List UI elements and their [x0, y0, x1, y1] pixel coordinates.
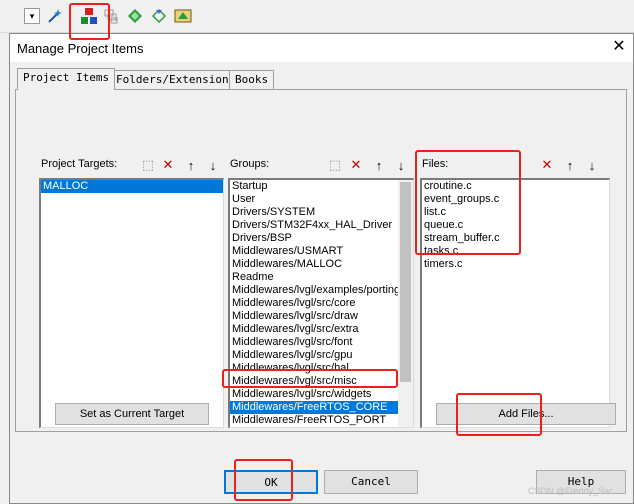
list-item[interactable]: Middlewares/USMART: [230, 245, 398, 258]
delete-file-icon[interactable]: ✕: [538, 156, 556, 174]
list-item[interactable]: Middlewares/FreeRTOS_PORT: [230, 414, 398, 427]
list-item-selected[interactable]: Middlewares/FreeRTOS_CORE: [230, 401, 398, 414]
list-item[interactable]: Middlewares/MALLOC: [230, 258, 398, 271]
project-targets-label: Project Targets:: [41, 158, 118, 170]
title-bar: Manage Project Items ✕: [10, 34, 633, 62]
list-item[interactable]: Middlewares/lvgl/src/gpu: [230, 349, 398, 362]
move-up-group-icon[interactable]: ↑: [370, 156, 388, 174]
project-items-panel: Project Targets: ⬚ ✕ ↑ ↓ MALLOC Groups: …: [15, 89, 627, 432]
project-targets-list[interactable]: MALLOC: [39, 178, 224, 428]
dropdown-arrow-icon[interactable]: ▾: [24, 8, 40, 24]
groups-scroll-thumb[interactable]: [400, 182, 411, 382]
manage-project-items-icon[interactable]: [80, 7, 98, 25]
manage-project-items-dialog: Manage Project Items ✕ Project Items Fol…: [9, 33, 634, 504]
list-item[interactable]: Middlewares/lvgl/examples/porting: [230, 284, 400, 297]
list-item[interactable]: timers.c: [422, 258, 609, 271]
watermark: CSDN @Freddy_Ssc: [528, 486, 614, 496]
magic-wand-icon[interactable]: [46, 7, 64, 25]
add-files-button[interactable]: Add Files...: [436, 403, 616, 425]
pack-installer-icon[interactable]: [174, 7, 192, 25]
set-as-current-target-button[interactable]: Set as Current Target: [55, 403, 209, 425]
list-item[interactable]: queue.c: [422, 219, 609, 232]
list-item[interactable]: Middlewares/lvgl/src/draw: [230, 310, 398, 323]
list-item[interactable]: tasks.c: [422, 245, 609, 258]
ok-button[interactable]: OK: [224, 470, 318, 494]
groups-list[interactable]: Startup User Drivers/SYSTEM Drivers/STM3…: [228, 178, 414, 428]
tab-folders-extensions[interactable]: Folders/Extensions: [110, 70, 242, 89]
new-target-icon[interactable]: ⬚: [139, 156, 157, 174]
dialog-title: Manage Project Items: [17, 41, 144, 56]
groups-label: Groups:: [230, 158, 270, 170]
list-item[interactable]: User: [230, 193, 398, 206]
list-item[interactable]: Middlewares/lvgl/src/extra: [230, 323, 398, 336]
move-up-file-icon[interactable]: ↑: [561, 156, 579, 174]
list-item[interactable]: Middlewares/lvgl/src/widgets: [230, 388, 398, 401]
stack-icon[interactable]: [102, 7, 120, 25]
diamond-icon[interactable]: [126, 7, 144, 25]
list-item[interactable]: Startup: [230, 180, 398, 193]
list-item[interactable]: stream_buffer.c: [422, 232, 609, 245]
cancel-button[interactable]: Cancel: [324, 470, 418, 494]
move-up-target-icon[interactable]: ↑: [182, 156, 200, 174]
dialog-client-area: Project Items Folders/Extensions Books P…: [10, 62, 633, 503]
list-item[interactable]: Drivers/SYSTEM: [230, 206, 398, 219]
download-diamond-icon[interactable]: [150, 7, 168, 25]
move-down-file-icon[interactable]: ↓: [583, 156, 601, 174]
tab-books[interactable]: Books: [229, 70, 275, 89]
list-item[interactable]: Middlewares/lvgl/src/misc: [230, 375, 398, 388]
list-item[interactable]: Middlewares/lvgl/src/hal: [230, 362, 398, 375]
delete-group-icon[interactable]: ✕: [347, 156, 365, 174]
list-item[interactable]: Drivers/BSP: [230, 232, 398, 245]
list-item[interactable]: Middlewares/lvgl/src/core: [230, 297, 398, 310]
list-item[interactable]: event_groups.c: [422, 193, 609, 206]
files-label: Files:: [422, 158, 449, 170]
files-list[interactable]: croutine.c event_groups.c list.c queue.c…: [420, 178, 610, 428]
new-group-icon[interactable]: ⬚: [326, 156, 344, 174]
list-item[interactable]: Readme: [230, 271, 398, 284]
list-item[interactable]: Drivers/STM32F4xx_HAL_Driver: [230, 219, 398, 232]
move-down-group-icon[interactable]: ↓: [392, 156, 410, 174]
move-down-target-icon[interactable]: ↓: [204, 156, 222, 174]
tab-project-items[interactable]: Project Items: [17, 68, 116, 90]
list-item[interactable]: list.c: [422, 206, 609, 219]
list-item[interactable]: croutine.c: [422, 180, 609, 193]
list-item[interactable]: Middlewares/lvgl/src/font: [230, 336, 398, 349]
list-item[interactable]: MALLOC: [41, 180, 223, 193]
delete-target-icon[interactable]: ✕: [159, 156, 177, 174]
toolbar: ▾: [0, 0, 634, 33]
groups-scrollbar[interactable]: [398, 180, 413, 427]
close-icon[interactable]: ✕: [610, 38, 628, 56]
